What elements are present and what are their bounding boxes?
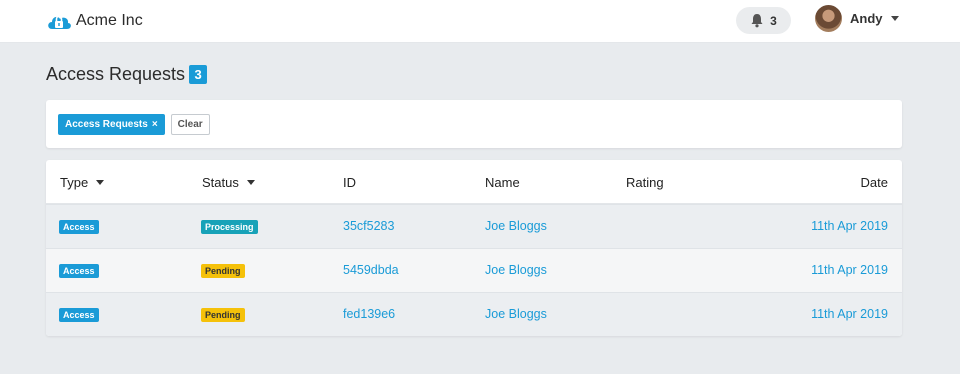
table-row[interactable]: Access Pending fed139e6 Joe Bloggs 11th … bbox=[46, 292, 902, 336]
chevron-down-icon bbox=[96, 180, 105, 185]
page-heading: Access Requests 3 bbox=[46, 64, 208, 85]
chevron-down-icon bbox=[246, 180, 255, 185]
avatar bbox=[815, 5, 842, 32]
bell-icon bbox=[750, 13, 764, 28]
date-link[interactable]: 11th Apr 2019 bbox=[811, 219, 888, 233]
column-label: Status bbox=[202, 175, 239, 190]
requester-name-link[interactable]: Joe Bloggs bbox=[485, 307, 547, 321]
request-id-link[interactable]: fed139e6 bbox=[343, 307, 395, 321]
column-label: Type bbox=[60, 175, 89, 190]
column-label: Date bbox=[860, 175, 888, 190]
column-label: ID bbox=[343, 175, 356, 190]
column-label: Rating bbox=[626, 175, 664, 190]
table-row[interactable]: Access Processing 35cf5283 Joe Bloggs 11… bbox=[46, 204, 902, 248]
column-header-date: Date bbox=[861, 175, 888, 190]
requester-name-link[interactable]: Joe Bloggs bbox=[485, 219, 547, 233]
column-header-type[interactable]: Type bbox=[60, 175, 105, 190]
request-id-link[interactable]: 35cf5283 bbox=[343, 219, 394, 233]
type-badge: Access bbox=[59, 308, 99, 322]
column-label: Name bbox=[485, 175, 520, 190]
table-header: Type Status ID Name Rating Date bbox=[46, 160, 902, 204]
column-header-status[interactable]: Status bbox=[202, 175, 255, 190]
access-requests-table: Type Status ID Name Rating Date Access P… bbox=[46, 160, 902, 336]
user-name: Andy bbox=[850, 11, 883, 26]
top-navbar: Acme Inc 3 Andy bbox=[0, 0, 960, 43]
notifications-button[interactable]: 3 bbox=[736, 7, 791, 34]
status-badge: Processing bbox=[201, 220, 258, 234]
type-badge: Access bbox=[59, 264, 99, 278]
notifications-count: 3 bbox=[770, 13, 777, 28]
status-badge: Pending bbox=[201, 264, 245, 278]
table-row[interactable]: Access Pending 5459dbda Joe Bloggs 11th … bbox=[46, 248, 902, 292]
status-badge: Pending bbox=[201, 308, 245, 322]
brand[interactable]: Acme Inc bbox=[46, 9, 143, 33]
requester-name-link[interactable]: Joe Bloggs bbox=[485, 263, 547, 277]
clear-filters-button[interactable]: Clear bbox=[170, 113, 210, 135]
request-id-link[interactable]: 5459dbda bbox=[343, 263, 399, 277]
column-header-rating: Rating bbox=[626, 175, 664, 190]
count-badge: 3 bbox=[189, 65, 208, 84]
close-icon[interactable]: × bbox=[152, 119, 158, 130]
column-header-id: ID bbox=[343, 175, 356, 190]
filter-bar: Access Requests × Clear bbox=[46, 100, 902, 148]
cloud-lock-icon bbox=[46, 9, 72, 33]
page-title: Access Requests bbox=[46, 64, 186, 84]
column-header-name: Name bbox=[485, 175, 520, 190]
brand-name: Acme Inc bbox=[76, 12, 143, 29]
filter-chip-access-requests[interactable]: Access Requests × bbox=[58, 113, 165, 135]
user-menu[interactable]: Andy bbox=[815, 5, 899, 32]
date-link[interactable]: 11th Apr 2019 bbox=[811, 307, 888, 321]
date-link[interactable]: 11th Apr 2019 bbox=[811, 263, 888, 277]
type-badge: Access bbox=[59, 220, 99, 234]
filter-chip-label: Access Requests bbox=[65, 118, 148, 130]
chevron-down-icon bbox=[890, 16, 899, 21]
